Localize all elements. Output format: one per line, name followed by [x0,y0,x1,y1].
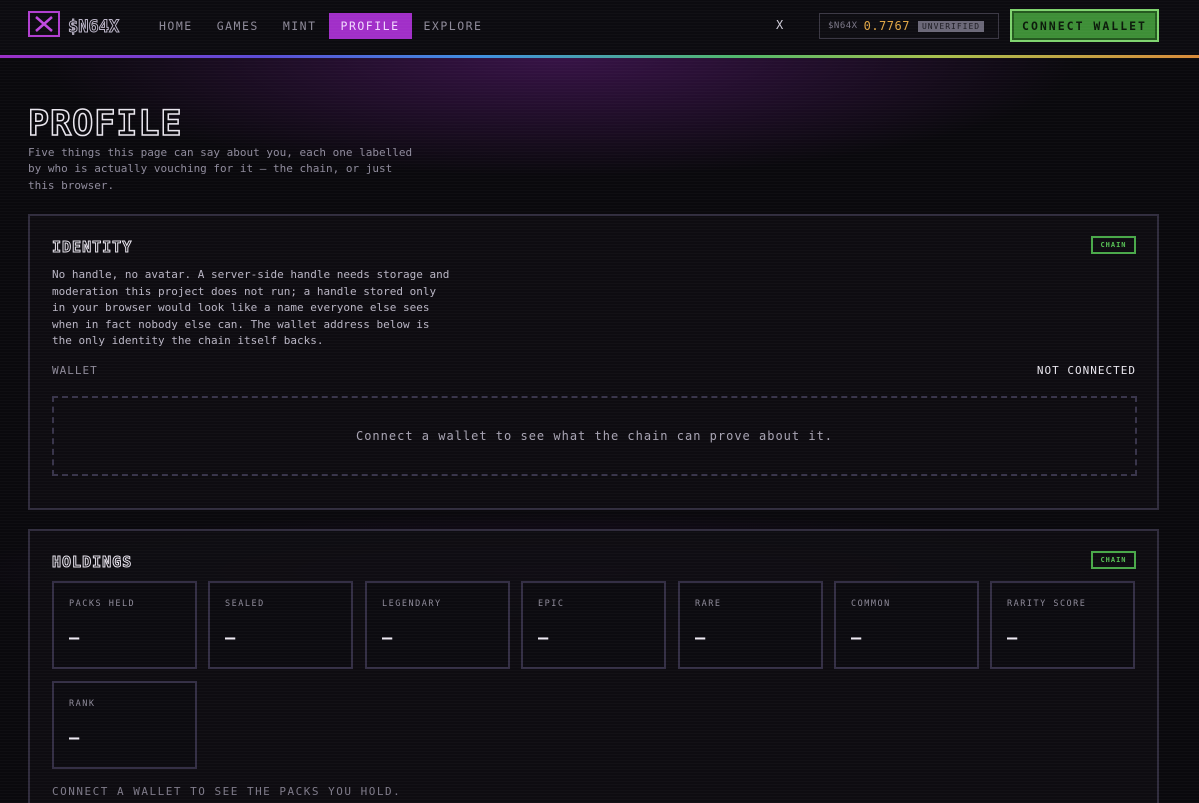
ticker-symbol: $N64X [828,21,858,31]
identity-title: IDENTITY [51,238,133,257]
page-subtitle: Five things this page can say about you,… [28,146,413,192]
stat-label: RARE [695,599,722,609]
nav-home[interactable]: HOME [147,13,205,39]
stat-packs-held: PACKS HELD — [52,581,197,669]
holdings-title: HOLDINGS [51,553,133,572]
stat-label: RARITY SCORE [1007,599,1087,609]
stat-legendary: LEGENDARY — [365,581,510,669]
stat-label: EPIC [538,599,565,609]
stat-sealed: SEALED — [208,581,353,669]
nav-mint[interactable]: MINT [271,13,329,39]
stat-value: — [225,628,236,648]
stat-label: COMMON [851,599,891,609]
identity-panel: IDENTITY CHAIN No handle, no avatar. A s… [28,214,1159,510]
identity-empty-state: Connect a wallet to see what the chain c… [52,396,1137,476]
stat-common: COMMON — [834,581,979,669]
stat-value: — [382,628,393,648]
x-social-link[interactable]: X [776,18,783,32]
main-nav: HOME GAMES MINT PROFILE EXPLORE [147,13,494,39]
nav-games[interactable]: GAMES [205,13,271,39]
stat-label: LEGENDARY [382,599,442,609]
top-bar: $N64X HOME GAMES MINT PROFILE EXPLORE X … [0,0,1199,55]
stat-value: — [69,728,80,748]
stat-value: — [695,628,706,648]
stat-value: — [69,628,80,648]
wallet-label: WALLET [52,364,98,377]
stat-label: SEALED [225,599,265,609]
stat-label: RANK [69,699,96,709]
token-ticker: $N64X 0.7767 UNVERIFIED [819,13,999,39]
holdings-panel: HOLDINGS CHAIN PACKS HELD — SEALED — LEG… [28,529,1159,803]
stat-label: PACKS HELD [69,599,136,609]
holdings-chain-tag: CHAIN [1091,551,1136,569]
logo-icon[interactable] [28,11,60,37]
stat-rare: RARE — [678,581,823,669]
nav-explore[interactable]: EXPLORE [412,13,495,39]
stat-value: — [1007,628,1018,648]
ticker-price: 0.7767 [863,19,910,33]
stat-epic: EPIC — [521,581,666,669]
rainbow-divider [0,55,1199,58]
identity-description: No handle, no avatar. A server-side hand… [52,268,450,348]
unverified-badge: UNVERIFIED [917,20,985,32]
connect-wallet-button[interactable]: CONNECT WALLET [1010,9,1159,42]
page-title: PROFILE [27,103,183,145]
stat-rank: RANK — [52,681,197,769]
identity-chain-tag: CHAIN [1091,236,1136,254]
stat-rarity-score: RARITY SCORE — [990,581,1135,669]
wallet-status: NOT CONNECTED [1036,364,1136,377]
brand-name[interactable]: $N64X [67,17,119,38]
nav-profile[interactable]: PROFILE [328,13,412,39]
holdings-footnote: CONNECT A WALLET TO SEE THE PACKS YOU HO… [52,785,402,798]
stat-value: — [538,628,549,648]
stat-value: — [851,628,862,648]
